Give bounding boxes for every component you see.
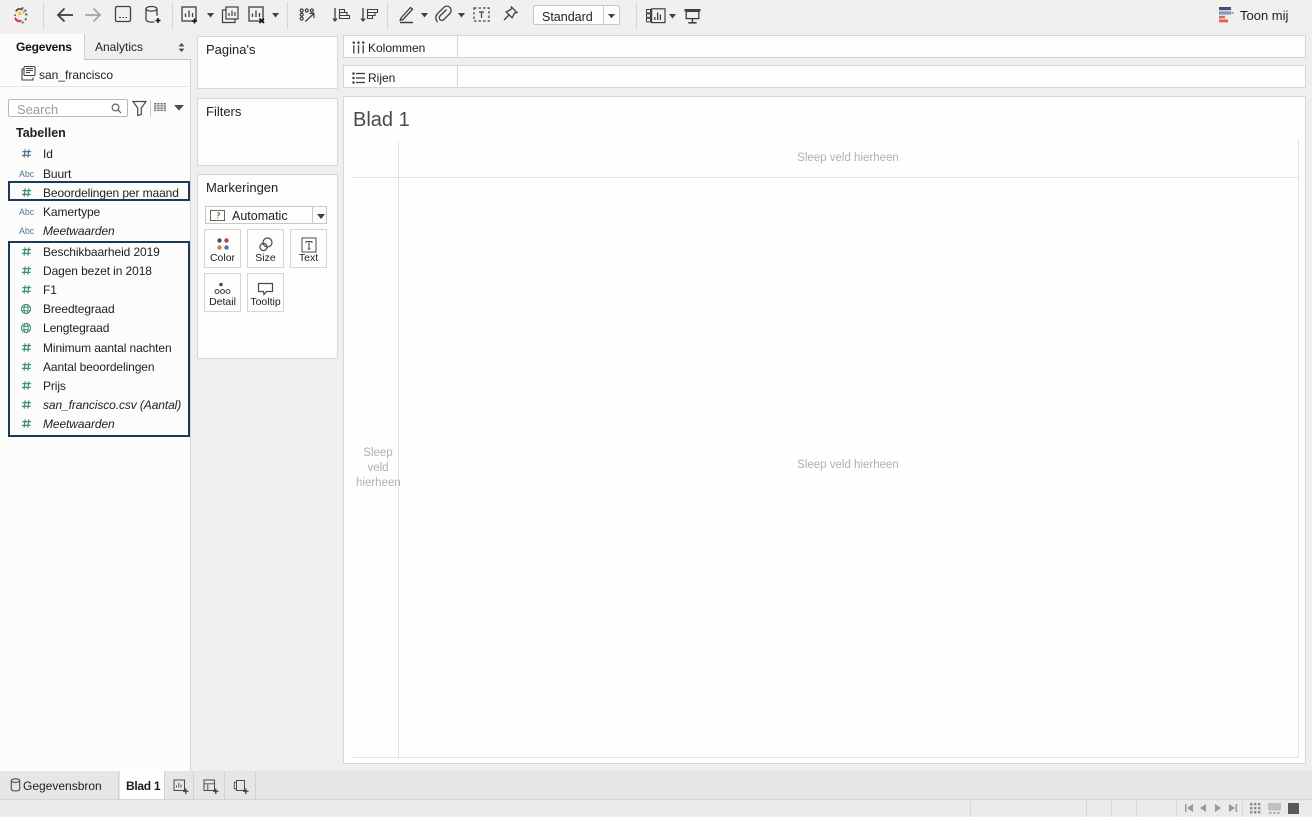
svg-text:Abc: Abc xyxy=(19,169,34,179)
svg-text:Abc: Abc xyxy=(19,226,34,236)
svg-text:Abc: Abc xyxy=(19,207,34,217)
